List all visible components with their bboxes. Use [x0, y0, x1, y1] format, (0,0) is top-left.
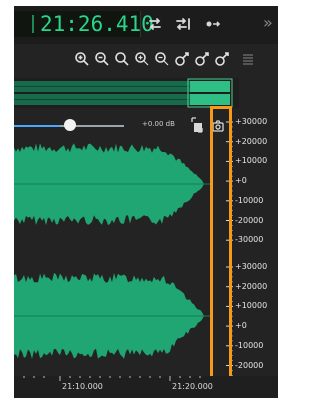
output-icon[interactable]	[204, 16, 222, 32]
zoom-selection-icon[interactable]	[154, 51, 170, 67]
timeline-label: 21:20.000	[172, 382, 213, 391]
ruler-label: +20000	[235, 281, 268, 291]
ruler-label: -10000	[235, 340, 264, 350]
zoom-in-time-icon[interactable]	[114, 51, 130, 67]
ruler-label: +30000	[235, 262, 268, 271]
zoom-in-point-icon[interactable]	[194, 51, 210, 67]
ruler-highlight-box	[210, 106, 232, 389]
ruler-label: +20000	[235, 136, 268, 146]
zoom-out-amplitude-icon[interactable]	[94, 51, 110, 67]
zoom-out-full-icon[interactable]	[174, 51, 190, 67]
ruler-label: +0	[235, 176, 247, 186]
zoom-out-time-icon[interactable]	[134, 51, 150, 67]
time-ruler: 21:10.000 21:20.000	[14, 376, 278, 398]
loop-icon[interactable]	[146, 16, 164, 32]
grid-icon[interactable]	[240, 51, 256, 67]
ruler-label: -10000	[235, 195, 264, 205]
timeline-ticks	[23, 376, 201, 381]
volume-label: +0.00 dB	[142, 120, 175, 128]
audio-editor: 21:26.410 » +0.00 dB +30000 +20000 +1000…	[14, 6, 278, 398]
current-time: 21:26.410	[40, 12, 154, 36]
zoom-out-point-icon[interactable]	[214, 51, 230, 67]
overflow-chevron-icon[interactable]: »	[263, 14, 273, 32]
ruler-label: -30000	[235, 235, 264, 245]
volume-slider-knob[interactable]	[64, 119, 77, 131]
loop-skip-icon[interactable]	[174, 16, 192, 32]
transport-toolbar: 21:26.410 »	[14, 6, 278, 44]
volume-slider-fill	[14, 125, 61, 127]
ruler-label: +10000	[235, 301, 268, 311]
time-display: 21:26.410	[14, 11, 154, 37]
ruler-label: +30000	[235, 117, 268, 126]
ruler-label: +10000	[235, 156, 268, 166]
overview-waveform[interactable]	[14, 78, 239, 108]
screenshot-icon[interactable]	[190, 116, 204, 134]
volume-control: +0.00 dB	[14, 114, 224, 136]
zoom-toolbar	[14, 46, 278, 72]
zoom-in-amplitude-icon[interactable]	[74, 51, 90, 67]
ruler-label: +0	[235, 321, 247, 331]
time-marker	[32, 15, 34, 33]
ruler-label: -20000	[235, 360, 264, 370]
ruler-label: -20000	[235, 215, 264, 225]
timeline-label: 21:10.000	[62, 382, 103, 391]
waveform-display[interactable]	[14, 136, 210, 381]
